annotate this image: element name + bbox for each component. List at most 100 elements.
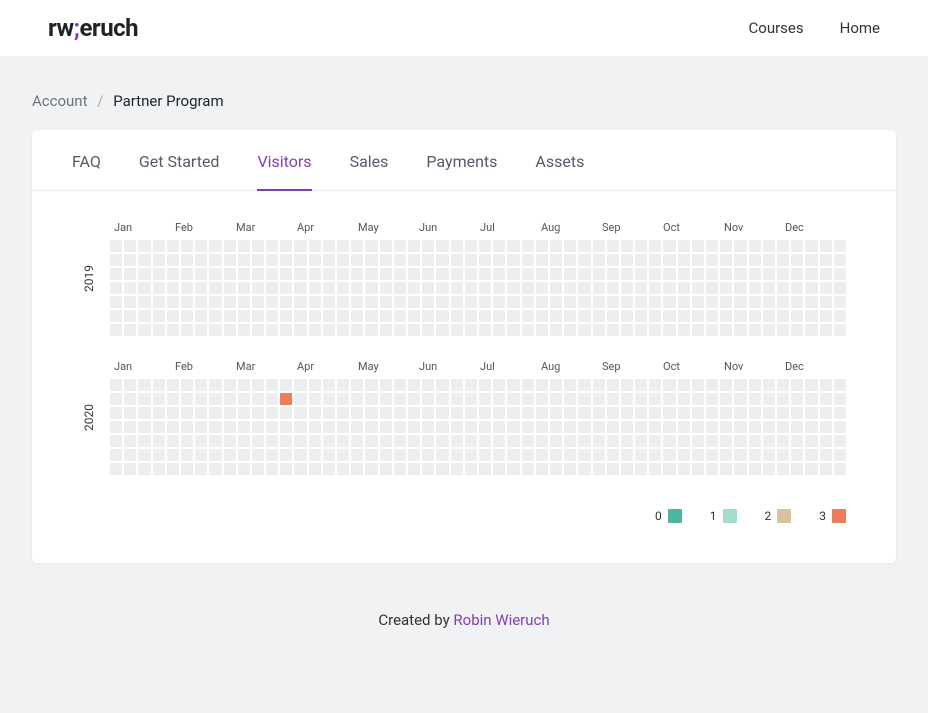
- heatmap-cell: [734, 240, 746, 252]
- heatmap-cell: [465, 435, 477, 447]
- heatmap-cell: [465, 240, 477, 252]
- heatmap-cell: [195, 282, 207, 294]
- heatmap-cell: [805, 421, 817, 433]
- heatmap-cell: [550, 310, 562, 322]
- heatmap-cell: [834, 435, 846, 447]
- heatmap-cell: [578, 379, 590, 391]
- heatmap-cell: [408, 268, 420, 280]
- nav-courses[interactable]: Courses: [749, 19, 804, 37]
- heatmap-cell: [593, 435, 605, 447]
- heatmap-cell: [436, 268, 448, 280]
- heatmap-cell: [791, 421, 803, 433]
- heatmap-cell: [124, 240, 136, 252]
- heatmap-cell: [621, 379, 633, 391]
- heatmap-cell: [394, 324, 406, 336]
- breadcrumb-account[interactable]: Account: [32, 92, 88, 110]
- footer-author-link[interactable]: Robin Wieruch: [453, 611, 549, 629]
- heatmap-cell: [280, 379, 292, 391]
- heatmap-cell: [238, 379, 250, 391]
- heatmap-cell: [621, 393, 633, 405]
- heatmap-cell: [294, 421, 306, 433]
- heatmap-cell: [465, 268, 477, 280]
- heatmap-cell: [720, 379, 732, 391]
- heatmap-cell: [422, 310, 434, 322]
- heatmap-cell: [777, 407, 789, 419]
- heatmap-cell: [791, 282, 803, 294]
- heatmap-cell: [635, 282, 647, 294]
- heatmap-cell: [749, 240, 761, 252]
- heatmap-cell: [436, 310, 448, 322]
- heatmap-cell: [124, 407, 136, 419]
- heatmap-cell: [465, 324, 477, 336]
- heatmap-cell: [507, 393, 519, 405]
- heatmap-cell: [635, 310, 647, 322]
- heatmap-cell: [209, 324, 221, 336]
- heatmap-cell: [820, 421, 832, 433]
- heatmap-cell: [550, 379, 562, 391]
- heatmap-cell: [593, 282, 605, 294]
- tab-visitors[interactable]: Visitors: [257, 130, 311, 191]
- heatmap-cell: [692, 296, 704, 308]
- heatmap-cell: [181, 282, 193, 294]
- heatmap-cell: [507, 421, 519, 433]
- month-label: Aug: [541, 221, 602, 234]
- heatmap-cell: [280, 393, 292, 405]
- heatmap-cell: [678, 310, 690, 322]
- heatmap-cell: [209, 379, 221, 391]
- heatmap-cell: [451, 310, 463, 322]
- heatmap-cell: [578, 296, 590, 308]
- heatmap-cell: [266, 324, 278, 336]
- heatmap-cell: [550, 463, 562, 475]
- heatmap-cell: [337, 421, 349, 433]
- heatmap-cell: [465, 463, 477, 475]
- tab-sales[interactable]: Sales: [350, 130, 389, 191]
- heatmap-cell: [550, 324, 562, 336]
- heatmap-cell: [564, 407, 576, 419]
- heatmap-cell: [649, 296, 661, 308]
- heatmap-cell: [294, 324, 306, 336]
- tab-faq[interactable]: FAQ: [72, 130, 101, 191]
- heatmap-cell: [791, 240, 803, 252]
- heatmap-cell: [777, 268, 789, 280]
- heatmap-cell: [124, 310, 136, 322]
- nav-home[interactable]: Home: [840, 19, 880, 37]
- heatmap-cell: [238, 324, 250, 336]
- heatmap-cell: [834, 379, 846, 391]
- heatmap-cell: [607, 310, 619, 322]
- heatmap-cell: [834, 421, 846, 433]
- heatmap-cell: [678, 449, 690, 461]
- heatmaps-container: 2019JanFebMarAprMayJunJulAugSepOctNovDec…: [32, 191, 896, 509]
- month-label: Feb: [175, 221, 236, 234]
- tab-assets[interactable]: Assets: [535, 130, 584, 191]
- heatmap-cell: [181, 324, 193, 336]
- heatmap-cell: [365, 254, 377, 266]
- heatmap-cell: [820, 240, 832, 252]
- tab-get-started[interactable]: Get Started: [139, 130, 220, 191]
- heatmap-cell: [124, 435, 136, 447]
- heatmap-cell: [153, 435, 165, 447]
- heatmap-cell: [649, 324, 661, 336]
- heatmap-cell: [635, 254, 647, 266]
- heatmap-cell: [408, 296, 420, 308]
- heatmap-cell: [820, 268, 832, 280]
- heatmap-cell: [266, 254, 278, 266]
- heatmap-cell: [607, 379, 619, 391]
- heatmap-cell: [323, 296, 335, 308]
- heatmap-cell: [734, 407, 746, 419]
- heatmap-cell: [834, 310, 846, 322]
- heatmap-cell: [124, 268, 136, 280]
- heatmap-cell: [365, 393, 377, 405]
- heatmap-cell: [593, 407, 605, 419]
- heatmap-cell: [820, 379, 832, 391]
- heatmap-cell: [394, 407, 406, 419]
- heatmap-cell: [252, 435, 264, 447]
- tab-payments[interactable]: Payments: [426, 130, 497, 191]
- heatmap-cell: [323, 449, 335, 461]
- month-label: Sep: [602, 221, 663, 234]
- logo[interactable]: rw;eruch: [48, 14, 138, 42]
- heatmap-cell: [451, 463, 463, 475]
- heatmap-cell: [720, 282, 732, 294]
- month-row: JanFebMarAprMayJunJulAugSepOctNovDec: [110, 360, 846, 373]
- heatmap-cell: [380, 379, 392, 391]
- heatmap-cell: [451, 379, 463, 391]
